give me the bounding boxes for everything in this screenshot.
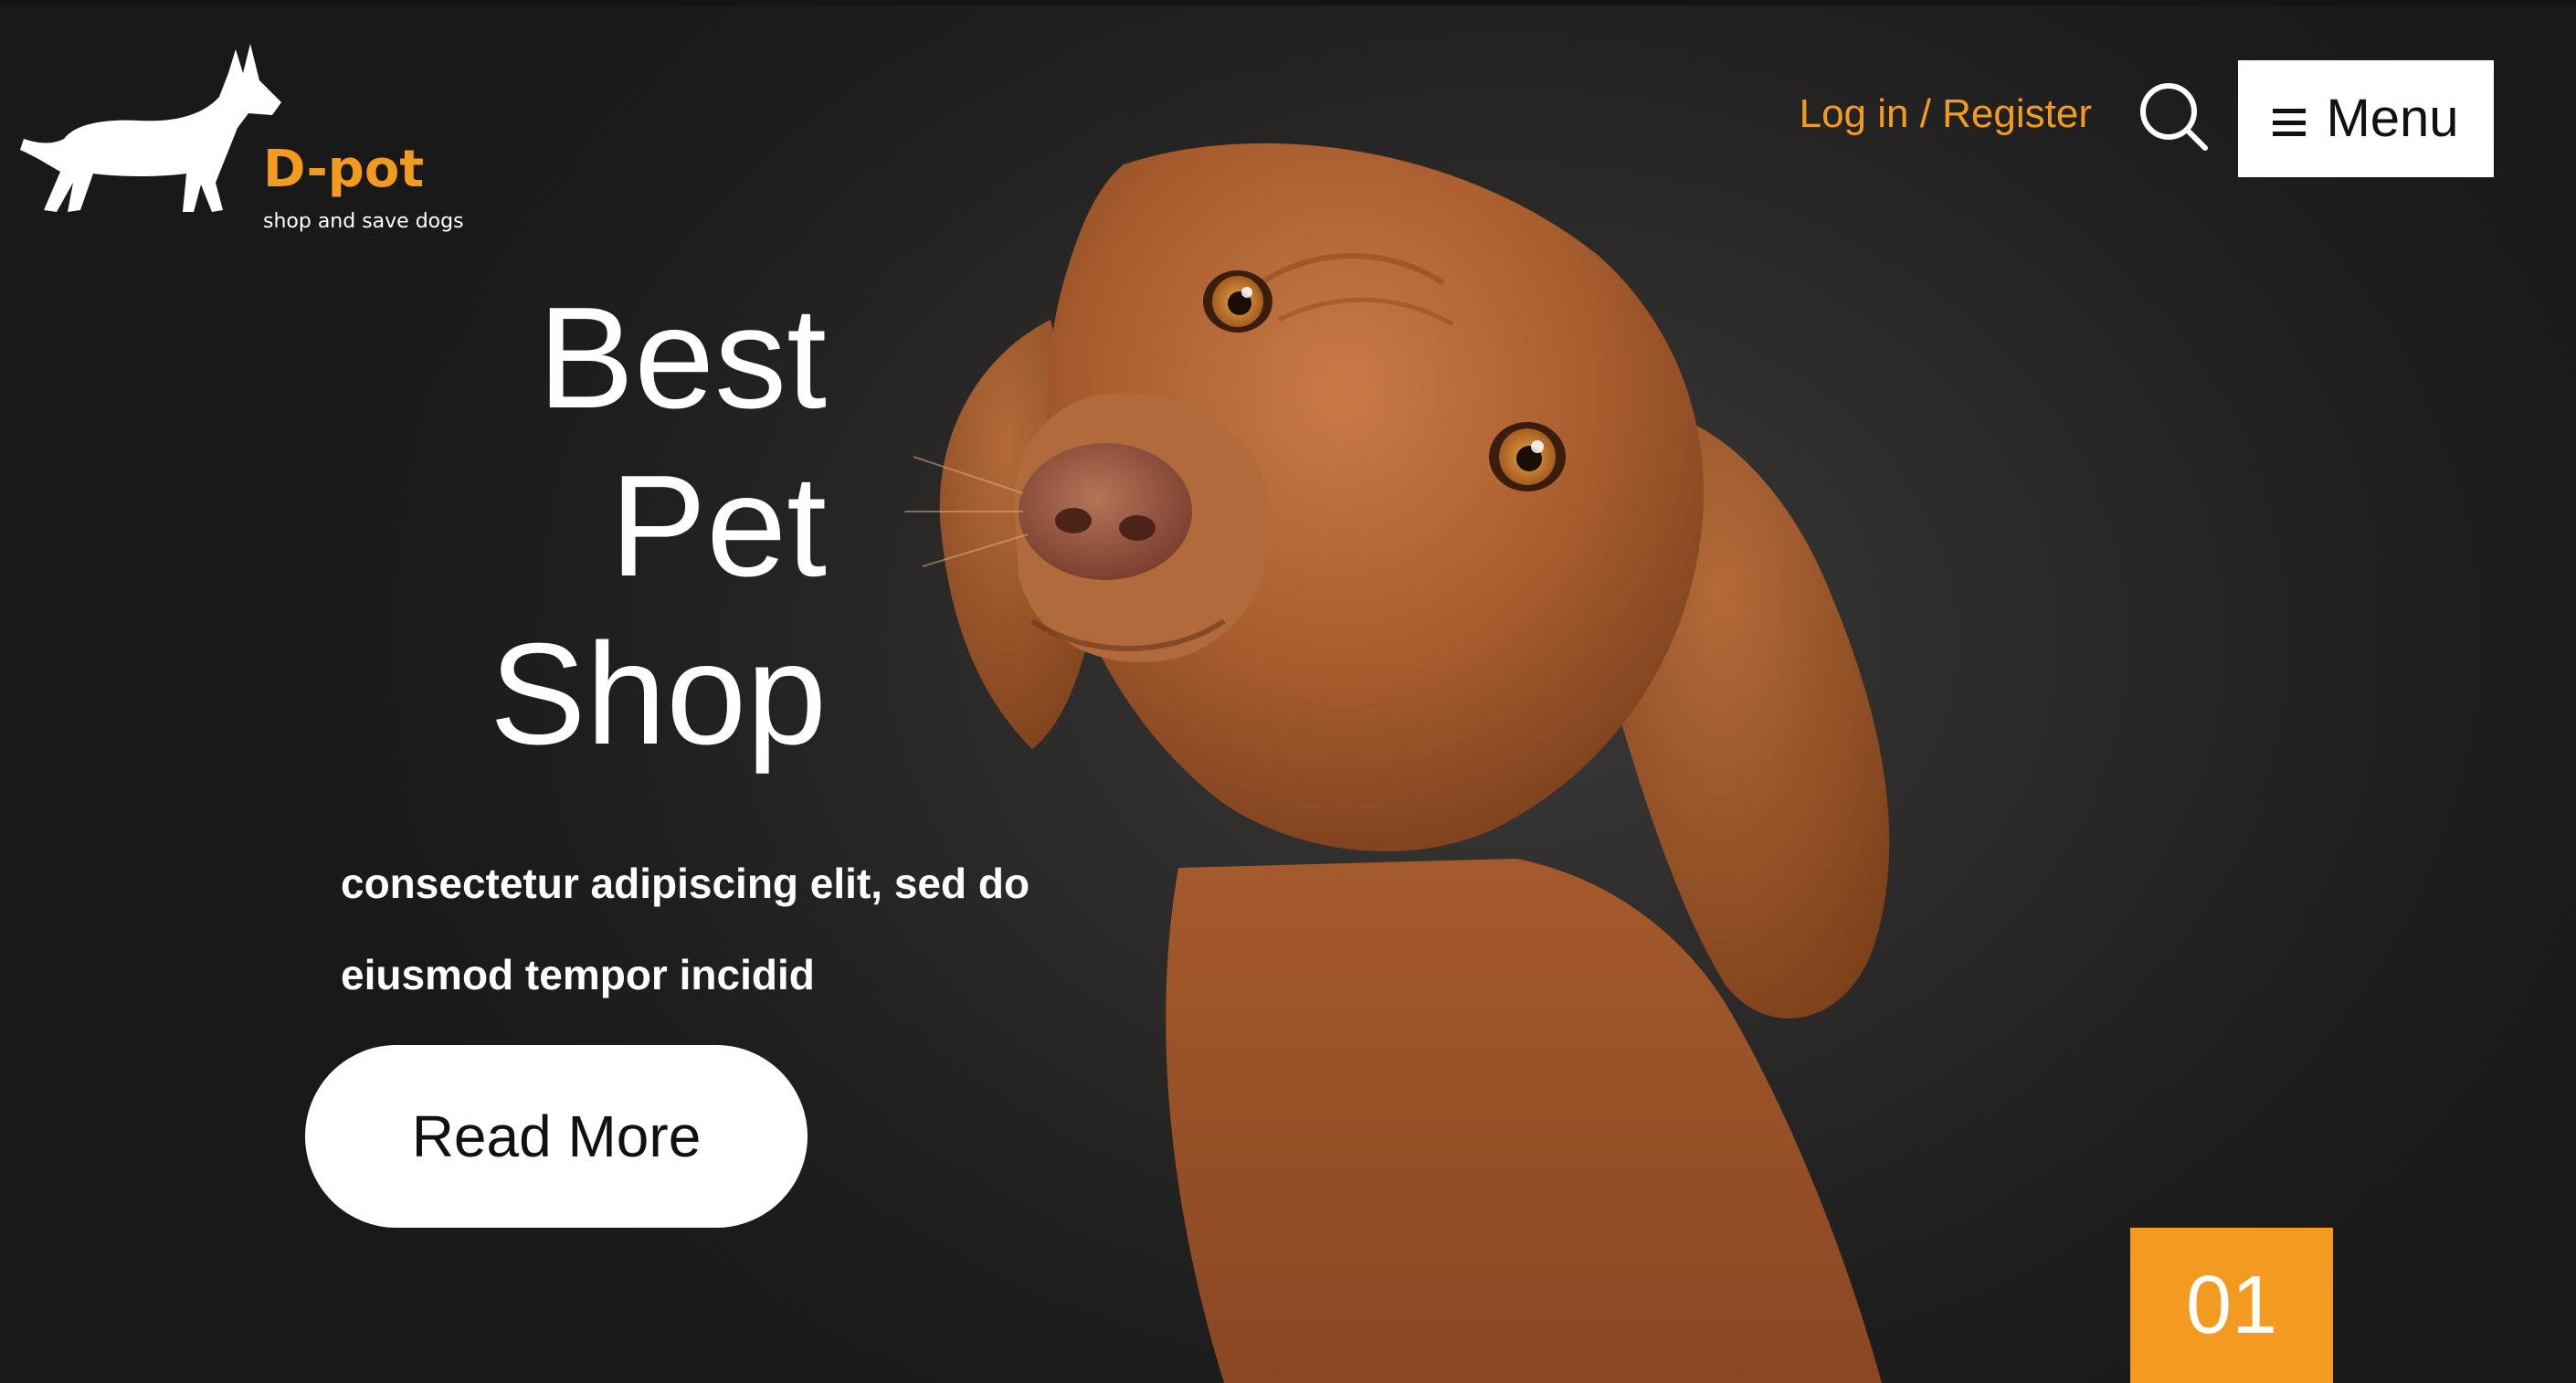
menu-button[interactable]: Menu	[2238, 60, 2494, 177]
hamburger-menu-icon	[2273, 109, 2307, 136]
brand-tagline: shop and save dogs	[263, 210, 464, 233]
subtext-line: eiusmod tempor incidid	[341, 951, 815, 998]
headline-line: Best	[537, 278, 827, 438]
dog-portrait-image	[904, 143, 1890, 1383]
menu-label: Menu	[2326, 89, 2459, 148]
search-icon	[2140, 83, 2208, 151]
hero-headline: Best Pet Shop	[347, 274, 827, 778]
top-border	[0, 0, 2576, 5]
headline-line: Shop	[489, 614, 827, 775]
slide-number-badge: 01	[2130, 1228, 2333, 1383]
hero-section: D-pot shop and save dogs Log in / Regist…	[0, 0, 2576, 1383]
dog-silhouette-icon	[20, 44, 281, 212]
headline-line: Pet	[609, 446, 827, 607]
login-register-link[interactable]: Log in / Register	[1781, 90, 2092, 139]
search-button[interactable]	[2138, 80, 2211, 153]
read-more-button[interactable]: Read More	[305, 1045, 808, 1228]
brand-name: D-pot	[263, 140, 425, 199]
hero-subtext: consectetur adipiscing elit, sed do eius…	[341, 838, 1163, 1020]
brand-logo[interactable]: D-pot shop and save dogs	[20, 37, 477, 232]
subtext-line: consectetur adipiscing elit, sed do	[341, 860, 1030, 907]
